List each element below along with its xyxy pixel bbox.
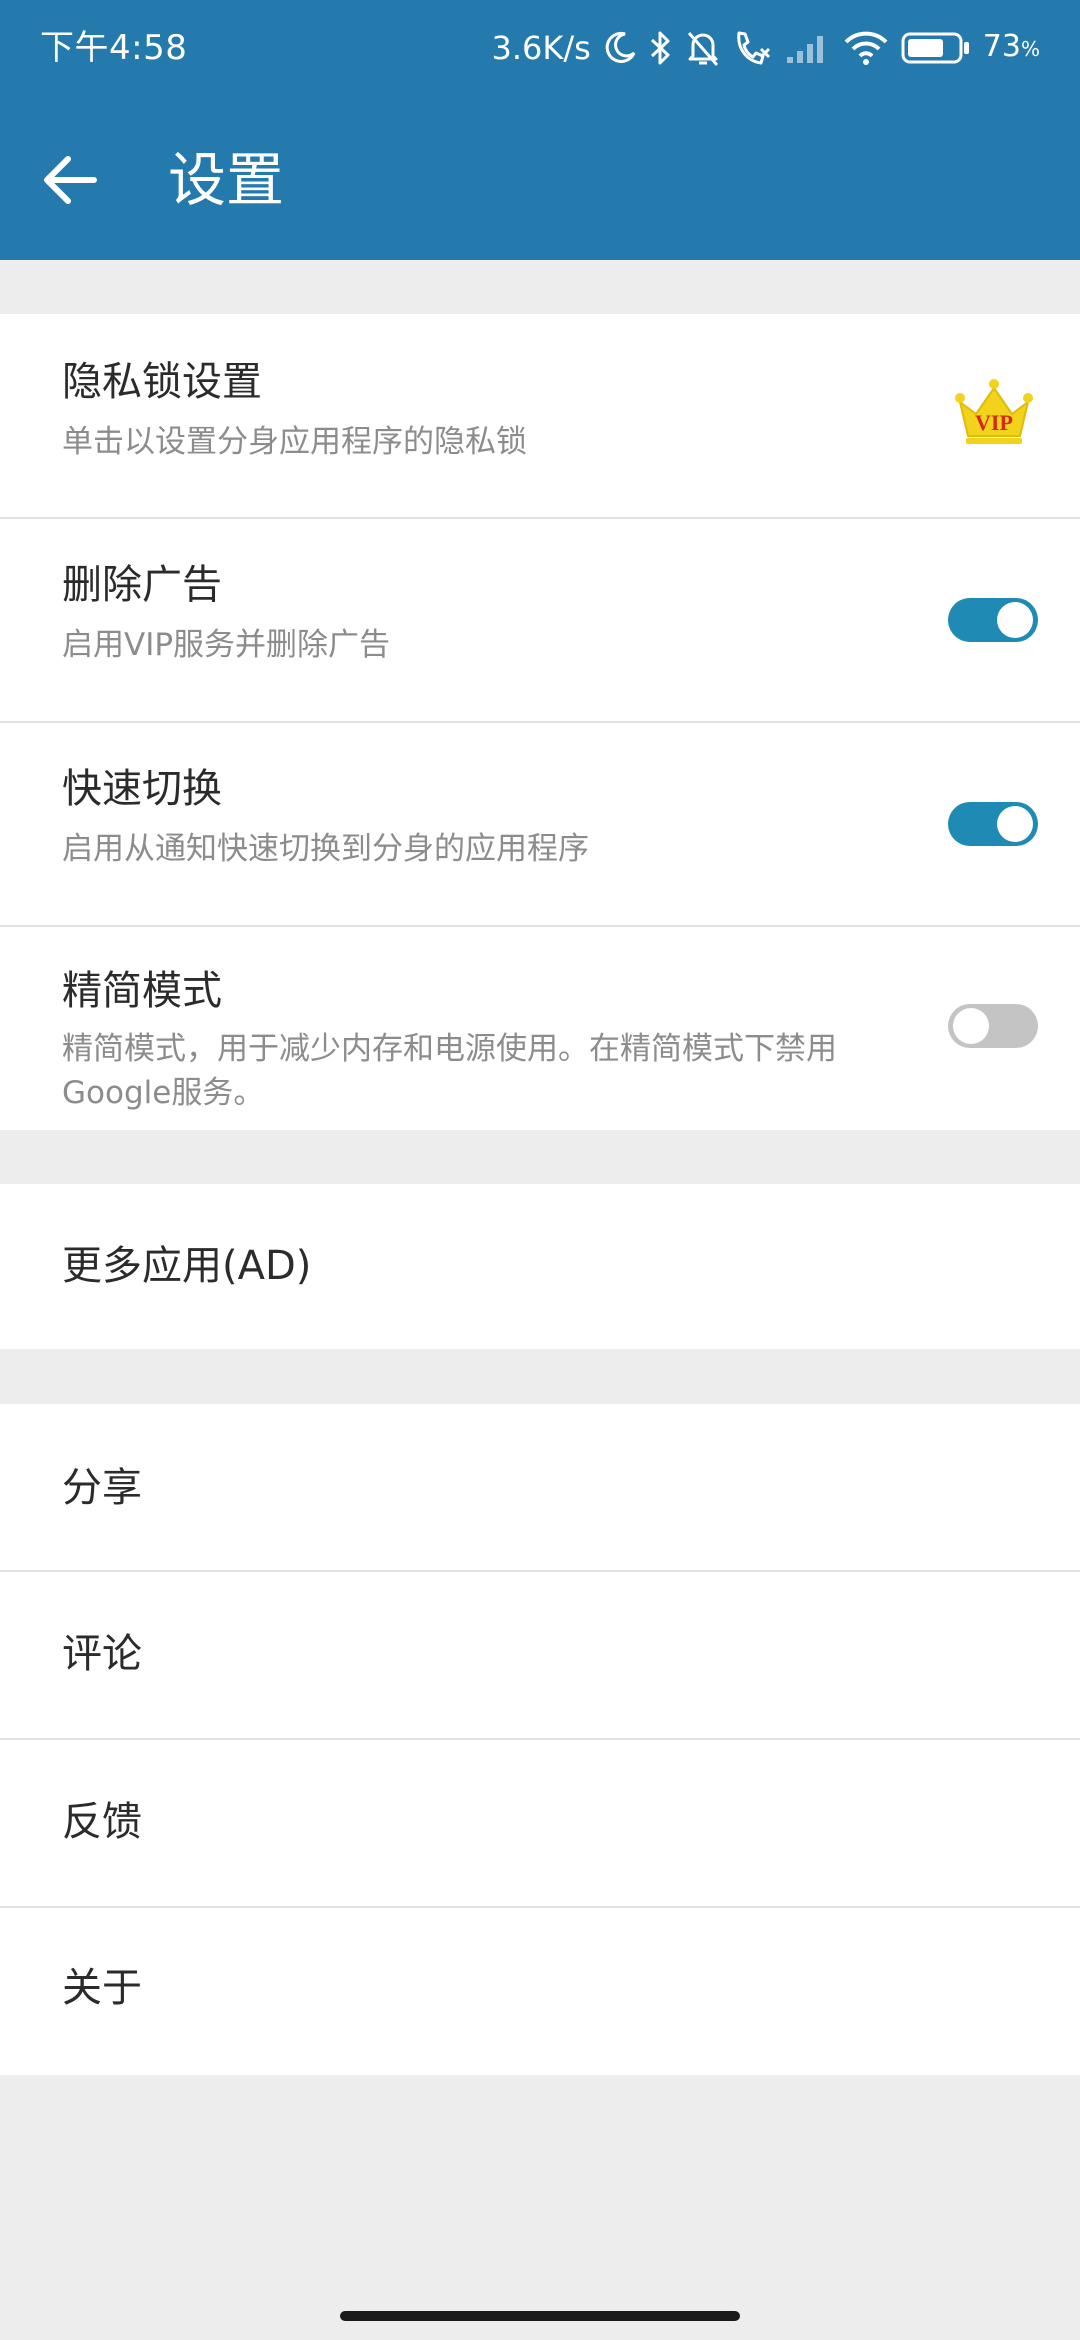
arrow-left-icon (44, 156, 97, 204)
app-header: 下午4:58 3.6K/s 73% 设置 (0, 0, 1080, 260)
remove-ads-title: 删除广告 (62, 562, 222, 608)
back-button[interactable] (30, 140, 110, 220)
toolbar: 设置 (0, 100, 1080, 260)
more-apps-row[interactable]: 更多应用(AD) (0, 1184, 1080, 1349)
lite-mode-row[interactable]: 精简模式 精简模式，用于减少内存和电源使用。在精简模式下禁用Google服务。 (0, 927, 1080, 1130)
home-indicator[interactable] (340, 2311, 740, 2321)
status-icons: 3.6K/s 73% (491, 24, 1040, 72)
privacy-lock-row[interactable]: 隐私锁设置 单击以设置分身应用程序的隐私锁 VIP (0, 314, 1080, 519)
toggle-knob (953, 1008, 989, 1044)
page-title: 设置 (168, 146, 285, 214)
review-label: 评论 (62, 1631, 142, 1677)
feedback-label: 反馈 (62, 1799, 142, 1845)
quick-switch-row[interactable]: 快速切换 启用从通知快速切换到分身的应用程序 (0, 723, 1080, 927)
settings-section: 隐私锁设置 单击以设置分身应用程序的隐私锁 VIP 删除广告 启用VIP服务并删… (0, 314, 1080, 1130)
privacy-lock-title: 隐私锁设置 (62, 359, 262, 405)
share-label: 分享 (62, 1465, 142, 1511)
battery-percent: 73% (982, 29, 1040, 64)
toggle-knob (997, 806, 1033, 842)
lite-mode-toggle[interactable] (948, 1004, 1038, 1048)
signal-icon (785, 31, 831, 65)
lite-mode-title: 精简模式 (62, 968, 222, 1014)
about-row[interactable]: 关于 (0, 1908, 1080, 2075)
status-time: 下午4:58 (40, 28, 188, 68)
remove-ads-toggle[interactable] (948, 598, 1038, 642)
moon-icon (603, 31, 637, 65)
battery-icon (901, 30, 971, 66)
quick-switch-title: 快速切换 (62, 766, 222, 812)
lite-mode-subtitle: 精简模式，用于减少内存和电源使用。在精简模式下禁用Google服务。 (62, 1031, 837, 1111)
toggle-knob (997, 602, 1033, 638)
wifi-icon (843, 30, 889, 66)
feedback-row[interactable]: 反馈 (0, 1740, 1080, 1908)
vip-badge-text: VIP (975, 410, 1013, 435)
share-row[interactable]: 分享 (0, 1404, 1080, 1572)
more-apps-section: 更多应用(AD) (0, 1184, 1080, 1349)
remove-ads-row[interactable]: 删除广告 启用VIP服务并删除广告 (0, 519, 1080, 723)
about-label: 关于 (62, 1965, 142, 2011)
remove-ads-subtitle: 启用VIP服务并删除广告 (62, 627, 391, 663)
review-row[interactable]: 评论 (0, 1572, 1080, 1740)
more-apps-label: 更多应用(AD) (62, 1243, 312, 1289)
quick-switch-subtitle: 启用从通知快速切换到分身的应用程序 (62, 831, 589, 867)
privacy-lock-subtitle: 单击以设置分身应用程序的隐私锁 (62, 424, 527, 460)
call-icon (733, 29, 773, 67)
status-bar: 下午4:58 3.6K/s 73% (0, 0, 1080, 100)
vip-crown-icon: VIP (955, 379, 1033, 444)
network-speed: 3.6K/s (491, 29, 591, 67)
misc-section: 分享 评论 反馈 关于 (0, 1404, 1080, 2075)
quick-switch-toggle[interactable] (948, 802, 1038, 846)
mute-bell-icon (685, 29, 721, 67)
bluetooth-icon (649, 29, 673, 67)
